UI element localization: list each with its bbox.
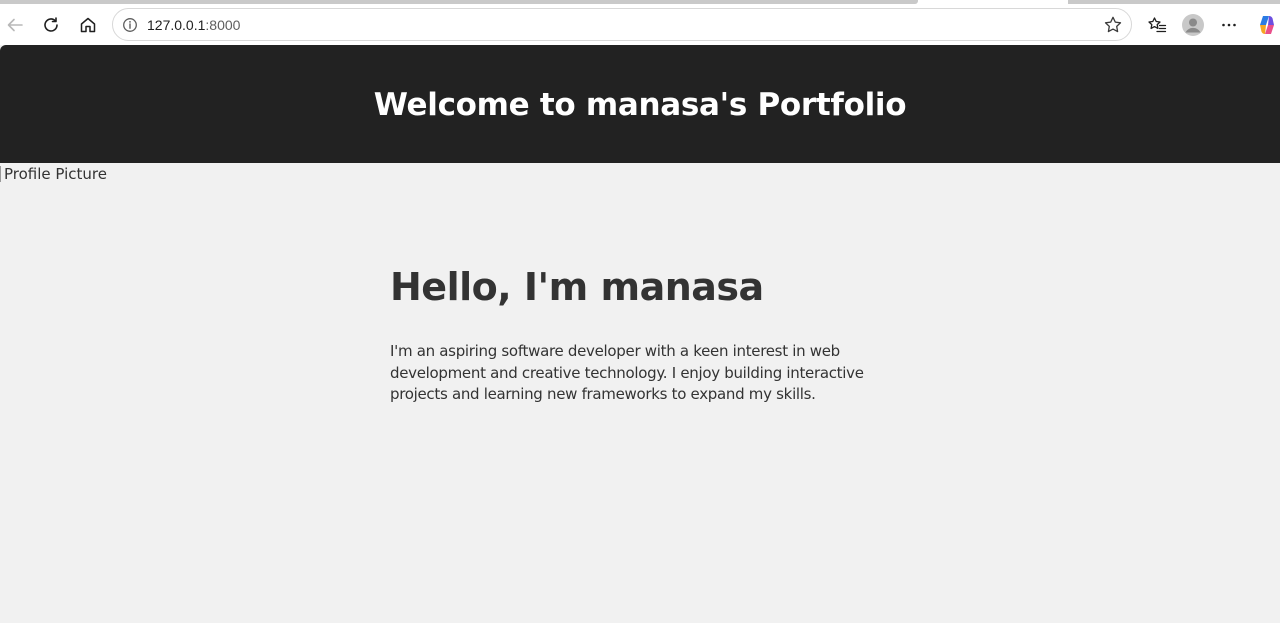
- copilot-button[interactable]: [1252, 10, 1280, 40]
- info-icon[interactable]: [121, 16, 139, 34]
- home-icon: [79, 16, 97, 34]
- profile-button[interactable]: [1178, 10, 1208, 40]
- home-button[interactable]: [73, 10, 103, 40]
- profile-avatar-icon: [1181, 13, 1205, 37]
- intro-heading: Hello, I'm manasa: [390, 265, 764, 309]
- reload-icon: [42, 16, 60, 34]
- url-host: 127.0.0.1: [147, 17, 206, 33]
- back-arrow-icon: [6, 16, 24, 34]
- more-button[interactable]: [1214, 10, 1244, 40]
- copilot-icon: [1255, 13, 1279, 37]
- favorites-icon: [1147, 15, 1167, 35]
- intro-body: I'm an aspiring software developer with …: [390, 342, 864, 403]
- address-bar[interactable]: 127.0.0.1:8000: [112, 8, 1132, 41]
- back-button[interactable]: [0, 10, 30, 40]
- intro-section: Hello, I'm manasa I'm an aspiring softwa…: [390, 265, 870, 406]
- profile-picture: Profile Picture: [0, 165, 107, 183]
- reload-button[interactable]: [36, 10, 66, 40]
- page-content: Welcome to manasa's Portfolio Profile Pi…: [0, 45, 1280, 623]
- star-icon[interactable]: [1103, 15, 1123, 35]
- url-port: :8000: [205, 17, 241, 33]
- browser-toolbar: 127.0.0.1:8000: [0, 4, 1280, 45]
- address-url[interactable]: 127.0.0.1:8000: [147, 17, 240, 33]
- profile-picture-alt: Profile Picture: [4, 165, 107, 183]
- header-title: Welcome to manasa's Portfolio: [373, 87, 907, 123]
- favorites-button[interactable]: [1142, 10, 1172, 40]
- site-header: Welcome to manasa's Portfolio: [0, 45, 1280, 163]
- more-icon: [1220, 16, 1238, 34]
